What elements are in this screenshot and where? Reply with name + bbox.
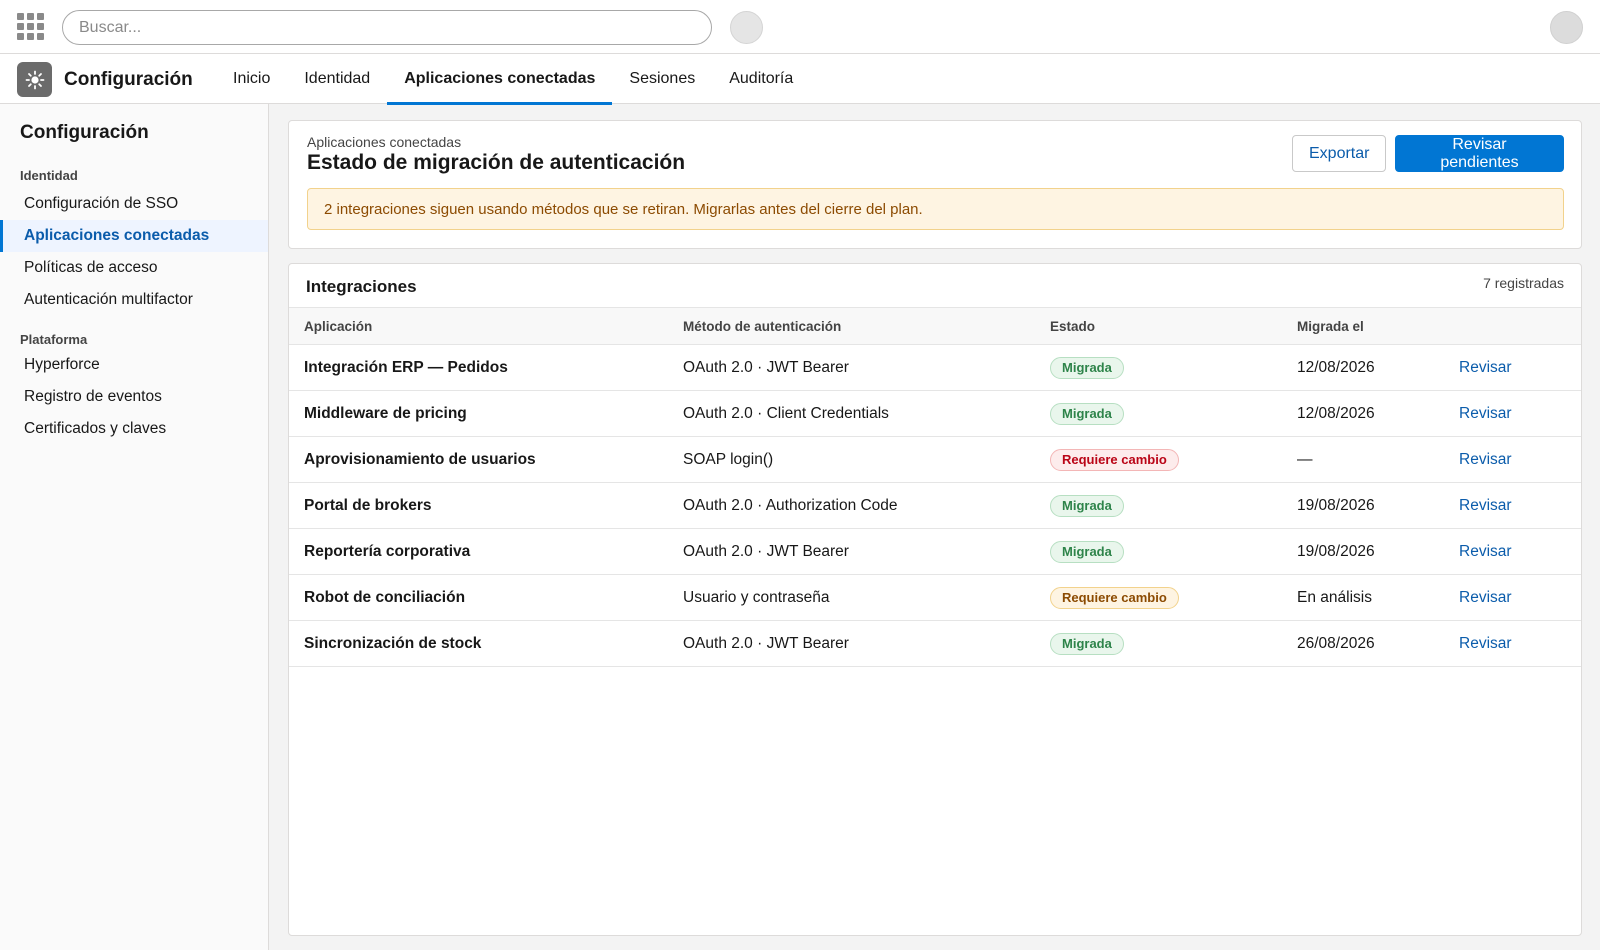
action-cell: Revisar <box>1459 482 1581 529</box>
tab-auditoria[interactable]: Auditoría <box>712 54 810 104</box>
action-cell: Revisar <box>1459 620 1581 667</box>
review-link[interactable]: Revisar <box>1459 635 1512 652</box>
export-button[interactable]: Exportar <box>1292 135 1386 172</box>
integrations-card: Integraciones 7 registradas Aplicación M… <box>288 263 1582 936</box>
migration-date-cell: — <box>1297 436 1459 483</box>
breadcrumb: Aplicaciones conectadas <box>307 134 462 150</box>
migration-date-cell: 26/08/2026 <box>1297 620 1459 667</box>
review-pending-button[interactable]: Revisar pendientes <box>1395 135 1564 172</box>
migration-date-cell: 12/08/2026 <box>1297 344 1459 391</box>
review-link[interactable]: Revisar <box>1459 359 1512 376</box>
sidebar-item-aplicaciones-conectadas[interactable]: Aplicaciones conectadas <box>0 220 268 252</box>
global-header <box>0 0 1600 54</box>
table-row: Middleware de pricing OAuth 2.0 · Client … <box>289 390 1581 437</box>
record-count: 7 registradas <box>1483 275 1564 291</box>
status-cell: Requiere cambio <box>1050 574 1297 621</box>
tab-inicio[interactable]: Inicio <box>216 54 287 104</box>
sidebar-item-sso[interactable]: Configuración de SSO <box>0 188 268 220</box>
migration-date-cell: 19/08/2026 <box>1297 482 1459 529</box>
status-badge: Migrada <box>1050 540 1124 563</box>
tab-aplicaciones-conectadas[interactable]: Aplicaciones conectadas <box>387 54 613 105</box>
status-badge: Migrada <box>1050 402 1124 425</box>
sidebar-item-certificados[interactable]: Certificados y claves <box>0 413 268 445</box>
action-cell: Revisar <box>1459 436 1581 483</box>
review-link[interactable]: Revisar <box>1459 589 1512 606</box>
auth-method-cell: Usuario y contraseña <box>683 574 1050 621</box>
status-cell: Requiere cambio <box>1050 436 1297 483</box>
column-header-actions <box>1459 307 1581 345</box>
sidebar-item-politicas-acceso[interactable]: Políticas de acceso <box>0 252 268 284</box>
table-body: Integración ERP — Pedidos OAuth 2.0 · JWT… <box>289 344 1581 667</box>
table-row: Robot de conciliación Usuario y contraseñ… <box>289 574 1581 621</box>
migration-date-cell: 12/08/2026 <box>1297 390 1459 437</box>
integrations-table: Aplicación Método de autenticación Estad… <box>289 307 1581 667</box>
app-name: Configuración <box>64 69 193 90</box>
auth-method-cell: OAuth 2.0 · Client Credentials <box>683 390 1050 437</box>
app-name-cell: Integración ERP — Pedidos <box>289 344 683 391</box>
column-header-aplicacion[interactable]: Aplicación <box>289 307 683 345</box>
app-name-cell: Middleware de pricing <box>289 390 683 437</box>
review-link[interactable]: Revisar <box>1459 497 1512 514</box>
migration-date-cell: En análisis <box>1297 574 1459 621</box>
app-launcher-icon[interactable] <box>17 13 45 41</box>
app-name-cell: Sincronización de stock <box>289 620 683 667</box>
app-name-cell: Aprovisionamiento de usuarios <box>289 436 683 483</box>
warning-alert: 2 integraciones siguen usando métodos qu… <box>307 188 1564 230</box>
status-badge: Requiere cambio <box>1050 448 1179 471</box>
status-badge: Requiere cambio <box>1050 586 1179 609</box>
sidebar: Configuración Identidad Configuración de… <box>0 104 269 950</box>
nav-tabs: Inicio Identidad Aplicaciones conectadas… <box>216 54 810 105</box>
auth-method-cell: OAuth 2.0 · JWT Bearer <box>683 620 1050 667</box>
table-row: Portal de brokers OAuth 2.0 · Authorizati… <box>289 482 1581 529</box>
review-link[interactable]: Revisar <box>1459 543 1512 560</box>
sidebar-item-hyperforce[interactable]: Hyperforce <box>0 349 268 381</box>
review-link[interactable]: Revisar <box>1459 405 1512 422</box>
auth-method-cell: SOAP login() <box>683 436 1050 483</box>
auth-method-cell: OAuth 2.0 · Authorization Code <box>683 482 1050 529</box>
status-cell: Migrada <box>1050 390 1297 437</box>
app-navigation: Configuración Inicio Identidad Aplicacio… <box>0 54 1600 105</box>
migration-date-cell: 19/08/2026 <box>1297 528 1459 575</box>
table-header-row: Aplicación Método de autenticación Estad… <box>289 307 1581 345</box>
sidebar-group-plataforma: Plataforma <box>20 332 88 347</box>
search-input[interactable] <box>62 10 712 45</box>
tab-identidad[interactable]: Identidad <box>287 54 387 104</box>
action-cell: Revisar <box>1459 344 1581 391</box>
status-cell: Migrada <box>1050 344 1297 391</box>
gear-icon <box>17 62 52 97</box>
avatar[interactable] <box>1550 11 1583 44</box>
app-name-cell: Robot de conciliación <box>289 574 683 621</box>
review-link[interactable]: Revisar <box>1459 451 1512 468</box>
auth-method-cell: OAuth 2.0 · JWT Bearer <box>683 528 1050 575</box>
status-badge: Migrada <box>1050 632 1124 655</box>
status-badge: Migrada <box>1050 494 1124 517</box>
status-badge: Migrada <box>1050 356 1124 379</box>
tab-sesiones[interactable]: Sesiones <box>612 54 712 104</box>
column-header-estado[interactable]: Estado <box>1050 307 1297 345</box>
page-header: Aplicaciones conectadas Estado de migrac… <box>288 120 1582 249</box>
page-title: Estado de migración de autenticación <box>307 151 686 174</box>
status-cell: Migrada <box>1050 528 1297 575</box>
sidebar-item-mfa[interactable]: Autenticación multifactor <box>0 284 268 316</box>
action-cell: Revisar <box>1459 528 1581 575</box>
auth-method-cell: OAuth 2.0 · JWT Bearer <box>683 344 1050 391</box>
action-cell: Revisar <box>1459 390 1581 437</box>
sidebar-group-identidad: Identidad <box>20 168 78 183</box>
sidebar-item-registro-eventos[interactable]: Registro de eventos <box>0 381 268 413</box>
help-button[interactable] <box>730 11 763 44</box>
column-header-migrada-el[interactable]: Migrada el <box>1297 307 1459 345</box>
column-header-metodo[interactable]: Método de autenticación <box>683 307 1050 345</box>
app-name-cell: Portal de brokers <box>289 482 683 529</box>
table-row: Reportería corporativa OAuth 2.0 · JWT Be… <box>289 528 1581 575</box>
table-row: Integración ERP — Pedidos OAuth 2.0 · JWT… <box>289 344 1581 391</box>
table-title: Integraciones <box>306 277 417 296</box>
status-cell: Migrada <box>1050 482 1297 529</box>
app-name-cell: Reportería corporativa <box>289 528 683 575</box>
table-row: Sincronización de stock OAuth 2.0 · JWT B… <box>289 620 1581 667</box>
status-cell: Migrada <box>1050 620 1297 667</box>
action-cell: Revisar <box>1459 574 1581 621</box>
sidebar-title: Configuración <box>20 122 149 143</box>
table-row: Aprovisionamiento de usuarios SOAP login(… <box>289 436 1581 483</box>
